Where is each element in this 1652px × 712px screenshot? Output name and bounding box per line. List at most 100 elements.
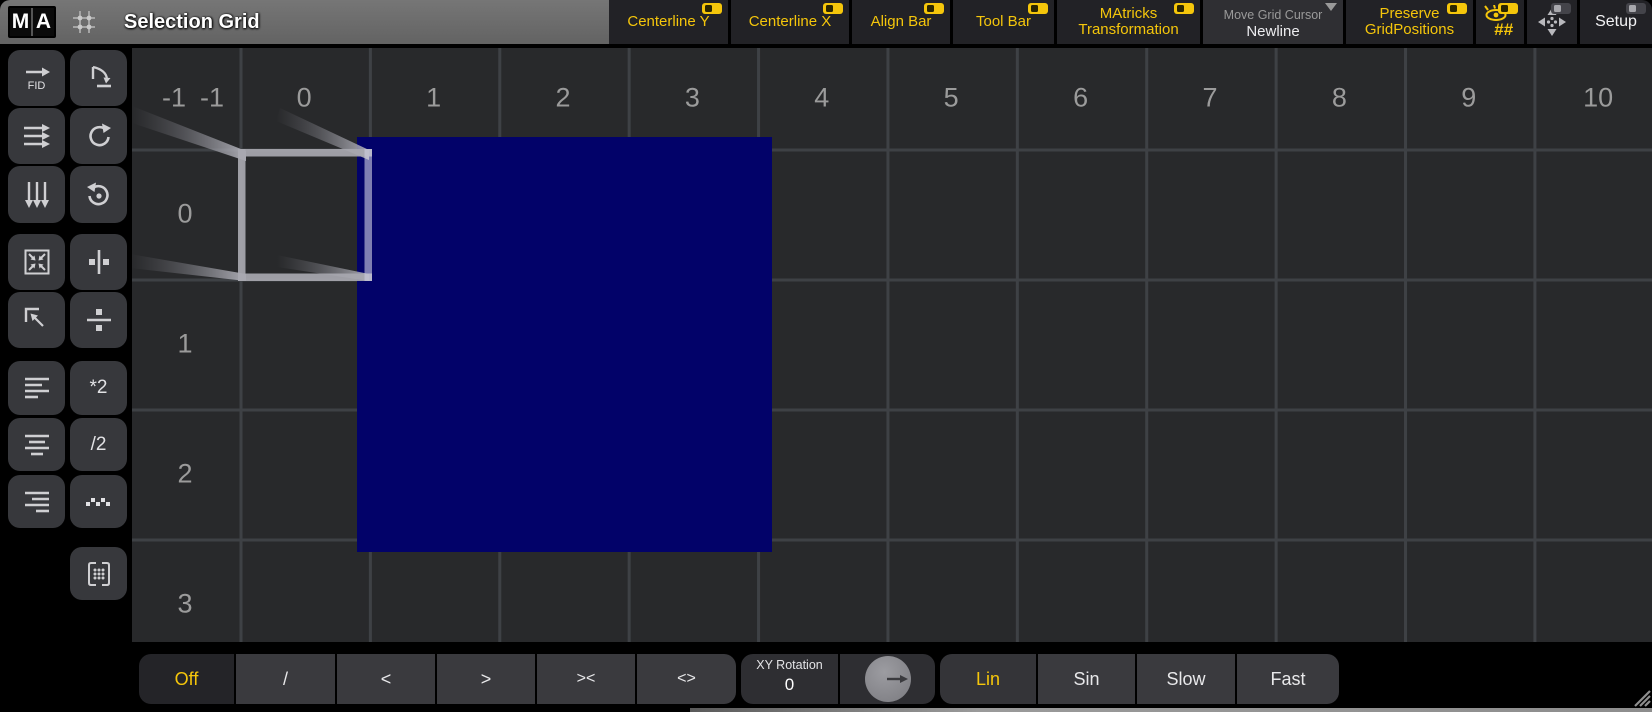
move-grid-cursor-value: Newline <box>1246 24 1299 40</box>
grid-col-header: 10 <box>1583 83 1613 114</box>
mirror-horizontal-button[interactable] <box>70 234 127 290</box>
xy-rotation-encoder[interactable] <box>840 654 935 704</box>
matricks-transformation-button[interactable]: MAtricks Transformation <box>1057 0 1200 44</box>
grid-action-slash-button[interactable]: / <box>236 654 335 704</box>
xy-rotation-readout[interactable]: XY Rotation 0 <box>741 654 838 704</box>
centerline-x-button[interactable]: Centerline X <box>731 0 849 44</box>
grid-col-header: 0 <box>297 83 312 114</box>
fid-order-button[interactable]: FID <box>8 50 65 106</box>
grid-col-header: 5 <box>944 83 959 114</box>
centerline-y-button[interactable]: Centerline Y <box>609 0 728 44</box>
resize-handle[interactable] <box>1627 685 1651 707</box>
logo-letter-a: A <box>33 8 54 36</box>
grid-col-header: 8 <box>1332 83 1347 114</box>
move-to-corner-button[interactable] <box>8 292 65 348</box>
mirror-vertical-button[interactable] <box>70 292 127 348</box>
grid-action-inward-button[interactable]: >< <box>537 654 635 704</box>
grid-row-header: 0 <box>177 198 192 229</box>
rotate-ccw-button[interactable] <box>70 166 127 223</box>
grid-col-header: 4 <box>814 83 829 114</box>
grid-col-header: 1 <box>426 83 441 114</box>
grid-col-header: 2 <box>555 83 570 114</box>
compress-button[interactable] <box>8 234 65 290</box>
tool-bar-button[interactable]: Tool Bar <box>953 0 1054 44</box>
divide-by-2-label: /2 <box>91 434 107 456</box>
mirror-vertical-icon <box>84 305 114 335</box>
arrange-rows-button[interactable] <box>8 108 65 164</box>
grid-action-left-button[interactable]: < <box>337 654 435 704</box>
cursor-trail <box>276 108 369 160</box>
grid-col-header: 6 <box>1073 83 1088 114</box>
window-bottom-border <box>690 708 1652 712</box>
grid-action-slash-label: / <box>283 669 288 690</box>
tool-bar-label: Tool Bar <box>976 14 1031 30</box>
fid-arrow-icon <box>23 65 51 79</box>
toggle-indicator-icon <box>1626 3 1646 14</box>
rotate-angle-button[interactable] <box>70 50 127 106</box>
move-grid-cursor-label: Move Grid Cursor <box>1224 7 1323 23</box>
align-left-button[interactable] <box>8 361 65 415</box>
grid-action-off-button[interactable]: Off <box>139 654 234 704</box>
rotary-knob[interactable] <box>865 656 911 702</box>
dot-grid-icon <box>84 559 114 589</box>
preserve-gridpositions-button[interactable]: Preserve GridPositions <box>1346 0 1473 44</box>
wave-lin-button[interactable]: Lin <box>940 654 1036 704</box>
grid-col-header: 7 <box>1202 83 1217 114</box>
dot-grid-button[interactable] <box>70 547 127 600</box>
multiply-by-2-label: *2 <box>90 377 108 399</box>
align-bar-button[interactable]: Align Bar <box>852 0 950 44</box>
multi-arrows-down-icon <box>22 180 52 210</box>
arrange-columns-button[interactable] <box>8 166 65 223</box>
grid-row-header: 2 <box>177 458 192 489</box>
selection-grid-canvas[interactable]: -1012345678910-10123 <box>128 48 1652 642</box>
move-grid-cursor-dropdown[interactable]: Move Grid Cursor Newline <box>1203 0 1343 44</box>
logo-letter-m: M <box>10 8 33 36</box>
divide-by-2-button[interactable]: /2 <box>70 418 127 471</box>
matricks-transformation-label: MAtricks Transformation <box>1078 6 1178 38</box>
rotate-angle-icon <box>84 63 114 93</box>
toggle-indicator-icon <box>702 3 722 14</box>
grid-action-outward-button[interactable]: <> <box>637 654 736 704</box>
align-center-button[interactable] <box>8 418 65 471</box>
cursor-trail <box>130 254 246 281</box>
wave-slow-button[interactable]: Slow <box>1137 654 1235 704</box>
grid-action-left-label: < <box>381 669 392 690</box>
ma-logo: M A <box>8 6 56 38</box>
setup-button[interactable]: Setup <box>1580 0 1652 44</box>
title-bar: M A Selection Grid <box>0 0 609 44</box>
move-window-button[interactable] <box>1527 0 1577 44</box>
selection-block <box>357 137 772 552</box>
multi-arrows-right-icon <box>22 121 52 151</box>
matricks-follow-button[interactable]: ## <box>1476 0 1524 44</box>
svg-text:##: ## <box>1494 20 1513 39</box>
grid-action-inward-label: >< <box>577 670 596 688</box>
wave-fast-label: Fast <box>1270 669 1305 690</box>
rotate-cw-button[interactable] <box>70 108 127 164</box>
cursor-trail <box>277 255 369 281</box>
wave-fast-button[interactable]: Fast <box>1237 654 1339 704</box>
centerline-x-label: Centerline X <box>749 14 832 30</box>
fid-label: FID <box>28 80 46 92</box>
align-bar-label: Align Bar <box>871 14 932 30</box>
grid-action-right-button[interactable]: > <box>437 654 535 704</box>
preserve-gridpositions-label: Preserve GridPositions <box>1365 6 1454 38</box>
xy-rotation-label: XY Rotation <box>756 658 822 672</box>
page-title: Selection Grid <box>124 11 260 34</box>
toggle-indicator-icon <box>924 3 944 14</box>
align-right-icon <box>22 489 52 515</box>
compress-icon <box>22 247 52 277</box>
multiply-by-2-button[interactable]: *2 <box>70 361 127 415</box>
wave-lin-label: Lin <box>976 669 1000 690</box>
toggle-indicator-icon <box>1174 3 1194 14</box>
toggle-indicator-icon <box>1447 3 1467 14</box>
grid-scroll-edge <box>128 48 132 642</box>
align-right-button[interactable] <box>8 475 65 528</box>
grid-row-header: 1 <box>177 328 192 359</box>
wave-slow-label: Slow <box>1166 669 1205 690</box>
wave-sin-button[interactable]: Sin <box>1038 654 1135 704</box>
grid-col-header: 3 <box>685 83 700 114</box>
corner-arrow-icon <box>22 305 52 335</box>
shuffle-button[interactable] <box>70 475 127 528</box>
grid-corner-row-header: -1 <box>162 83 186 114</box>
grid-action-off-label: Off <box>175 669 199 690</box>
